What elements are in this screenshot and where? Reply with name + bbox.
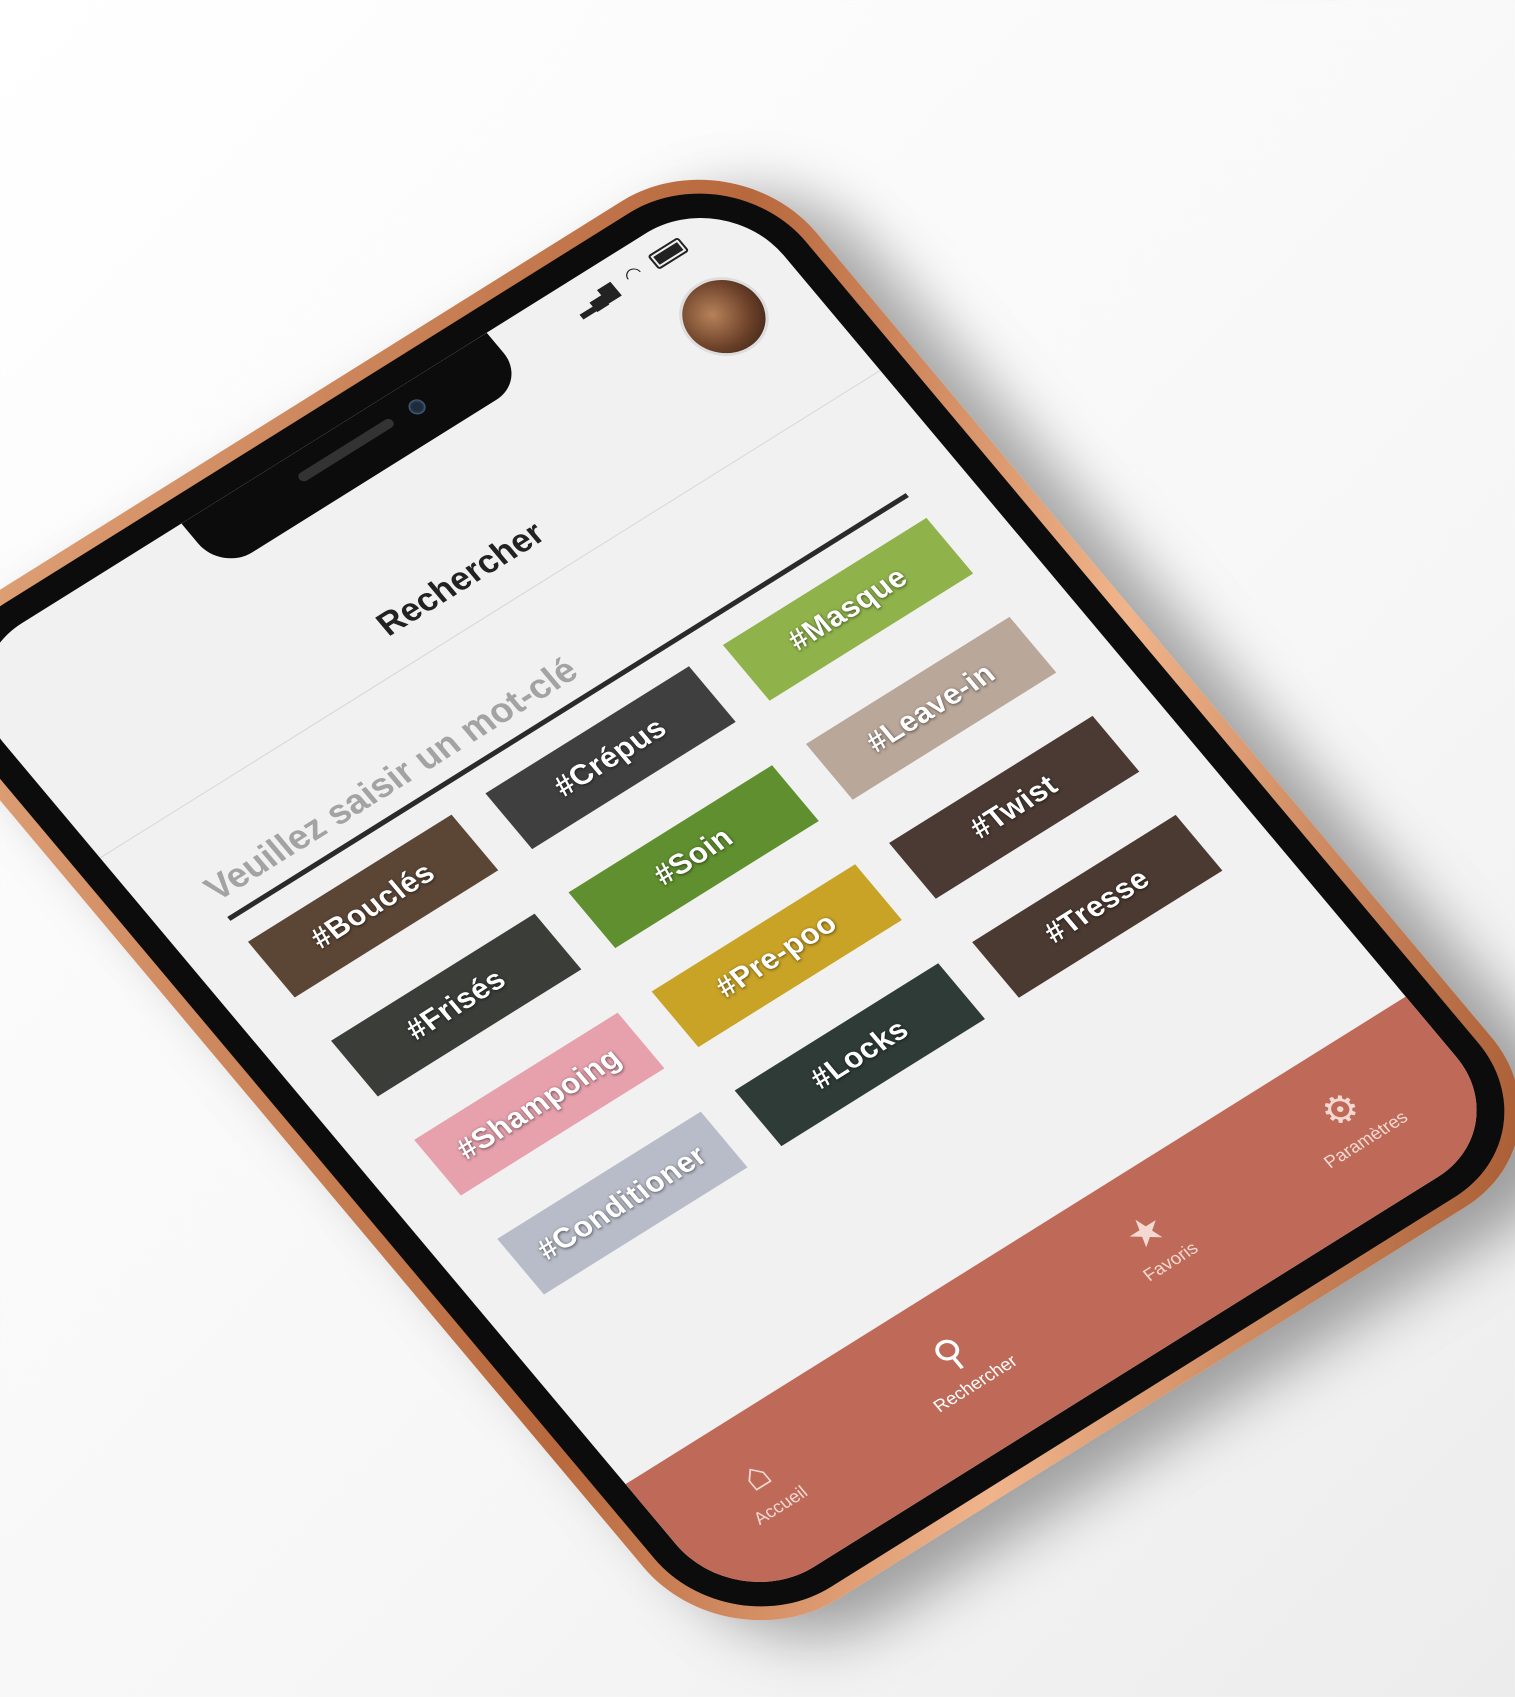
wifi-icon: ◠ (619, 261, 649, 289)
app-screen: ▂▄▆ ◠ Rechercher #Bouclés#Crépus#Masque#… (0, 184, 1515, 1616)
home-icon: ⌂ (730, 1452, 780, 1499)
phone-mockup: ▂▄▆ ◠ Rechercher #Bouclés#Crépus#Masque#… (0, 132, 1515, 1668)
camera-icon (405, 396, 430, 418)
tab-accueil[interactable]: ⌂ Accueil (717, 1443, 812, 1529)
page-title: Rechercher (368, 514, 552, 643)
tab-rechercher[interactable]: ⚲ Rechercher (897, 1312, 1022, 1416)
signal-icon: ▂▄▆ (569, 278, 622, 320)
tab-favoris[interactable]: ★ Favoris (1106, 1199, 1202, 1285)
battery-icon (646, 236, 690, 270)
tab-paramètres[interactable]: ⚙ Paramètres (1287, 1068, 1412, 1172)
search-icon: ⚲ (923, 1328, 977, 1379)
